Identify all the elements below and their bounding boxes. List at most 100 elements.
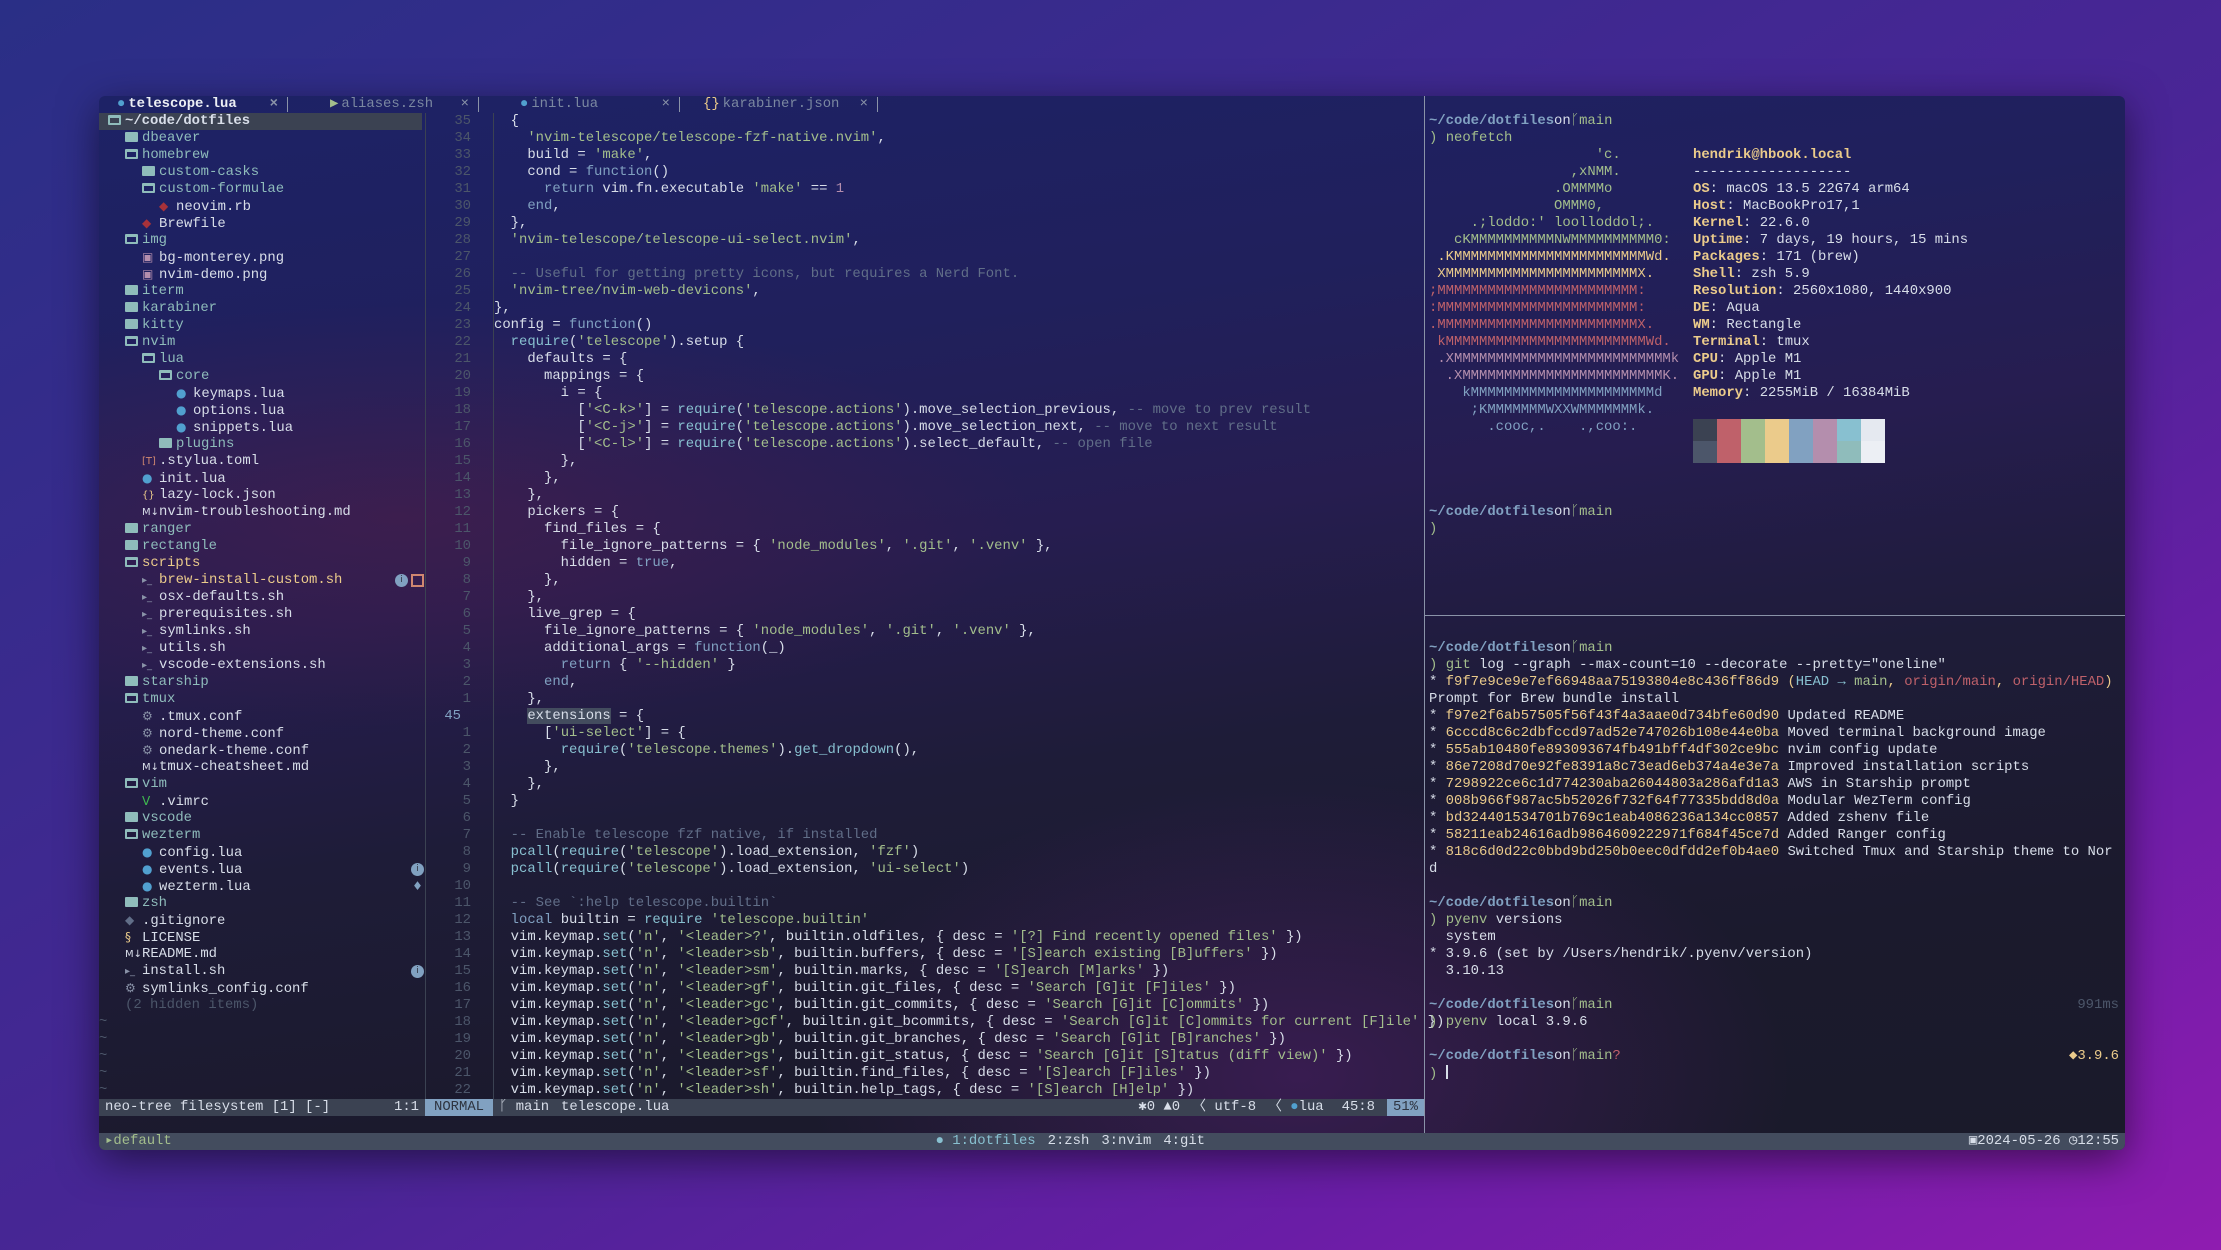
- code-line[interactable]: additional_args = function(_): [494, 640, 1423, 657]
- code-line[interactable]: },: [494, 215, 1423, 232]
- tree-folder[interactable]: nvim: [99, 334, 422, 351]
- tree-folder[interactable]: kitty: [99, 317, 422, 334]
- code-line[interactable]: mappings = {: [494, 368, 1423, 385]
- code-line[interactable]: vim.keymap.set('n', '<leader>gcf', built…: [494, 1014, 1445, 1031]
- tree-folder[interactable]: lua: [99, 351, 422, 368]
- code-line[interactable]: {: [494, 113, 1423, 130]
- code-line[interactable]: end,: [494, 198, 1423, 215]
- tree-file[interactable]: ▸_ utils.sh: [99, 640, 422, 657]
- code-line[interactable]: vim.keymap.set('n', '<leader>gs', builti…: [494, 1048, 1423, 1065]
- code-line[interactable]: },: [494, 759, 1423, 776]
- close-icon[interactable]: ×: [662, 96, 670, 113]
- code-line[interactable]: ['ui-select'] = {: [494, 725, 1423, 742]
- code-line[interactable]: require('telescope.themes').get_dropdown…: [494, 742, 1423, 759]
- close-icon[interactable]: ×: [270, 96, 278, 113]
- tree-file[interactable]: ● config.lua: [99, 844, 422, 861]
- tree-file[interactable]: ⚙ .tmux.conf: [99, 708, 422, 725]
- tree-file[interactable]: (2 hidden items): [99, 997, 422, 1014]
- code-line[interactable]: vim.keymap.set('n', '<leader>sb', builti…: [494, 946, 1423, 963]
- code-line[interactable]: },: [494, 300, 1423, 317]
- tmux-window-1-dotfiles[interactable]: ● 1:dotfiles: [930, 1133, 1042, 1149]
- tree-file[interactable]: ▸_ osx-defaults.sh: [99, 589, 422, 606]
- code-line[interactable]: ['<C-k>'] = require('telescope.actions')…: [494, 402, 1423, 419]
- code-line[interactable]: -- Useful for getting pretty icons, but …: [494, 266, 1423, 283]
- code-line[interactable]: extensions = {: [494, 708, 1423, 725]
- tree-file[interactable]: ◆ Brewfile: [99, 215, 422, 232]
- code-line[interactable]: [494, 810, 1423, 827]
- code-line[interactable]: ['<C-l>'] = require('telescope.actions')…: [494, 436, 1423, 453]
- code-line[interactable]: vim.keymap.set('n', '<leader>gc', builti…: [494, 997, 1423, 1014]
- terminal-pane-git[interactable]: ~/code/dotfiles on ᚴ main) git log --grap…: [1429, 640, 2119, 1082]
- tree-folder[interactable]: karabiner: [99, 300, 422, 317]
- tab-init-lua[interactable]: ● init.lua ×: [484, 96, 680, 113]
- tree-file[interactable]: ◆ neovim.rb: [99, 198, 422, 215]
- code-line[interactable]: },: [494, 453, 1423, 470]
- command-line[interactable]: ) pyenv local 3.9.6: [1429, 1014, 2119, 1031]
- code-line[interactable]: },: [494, 470, 1423, 487]
- code-line[interactable]: file_ignore_patterns = { 'node_modules',…: [494, 538, 1423, 555]
- code-line[interactable]: 'nvim-tree/nvim-web-devicons',: [494, 283, 1423, 300]
- code-editor[interactable]: { 'nvim-telescope/telescope-fzf-native.n…: [493, 113, 1445, 1099]
- code-line[interactable]: config = function(): [494, 317, 1423, 334]
- code-line[interactable]: find_files = {: [494, 521, 1423, 538]
- tree-folder[interactable]: dbeaver: [99, 130, 422, 147]
- code-line[interactable]: vim.keymap.set('n', '<leader>gf', builti…: [494, 980, 1423, 997]
- code-line[interactable]: file_ignore_patterns = { 'node_modules',…: [494, 623, 1423, 640]
- command-line[interactable]: ) neofetch: [1429, 130, 2119, 147]
- tree-file[interactable]: ● events.lua i: [99, 861, 424, 878]
- code-line[interactable]: end,: [494, 674, 1423, 691]
- tree-folder[interactable]: homebrew: [99, 147, 422, 164]
- command-line[interactable]: ) git log --graph --max-count=10 --decor…: [1429, 657, 2119, 674]
- tree-file[interactable]: [T] .stylua.toml: [99, 453, 422, 470]
- code-line[interactable]: pickers = {: [494, 504, 1423, 521]
- code-line[interactable]: build = 'make',: [494, 147, 1423, 164]
- code-line[interactable]: -- Enable telescope fzf native, if insta…: [494, 827, 1423, 844]
- tree-folder[interactable]: ranger: [99, 521, 422, 538]
- command-line[interactable]: ): [1429, 1065, 2119, 1082]
- tree-file[interactable]: ⚙ nord-theme.conf: [99, 725, 422, 742]
- tree-folder[interactable]: ~/code/dotfiles: [99, 113, 422, 130]
- code-line[interactable]: vim.keymap.set('n', '<leader>sm', builti…: [494, 963, 1423, 980]
- tree-file[interactable]: ⚙ symlinks_config.conf: [99, 980, 422, 997]
- code-line[interactable]: live_grep = {: [494, 606, 1423, 623]
- tree-file[interactable]: ● wezterm.lua ♦: [99, 878, 423, 895]
- code-line[interactable]: return vim.fn.executable 'make' == 1: [494, 181, 1423, 198]
- tree-folder[interactable]: custom-casks: [99, 164, 422, 181]
- tree-file[interactable]: ▣ bg-monterey.png: [99, 249, 422, 266]
- tree-file[interactable]: {} lazy-lock.json: [99, 487, 422, 504]
- tree-file[interactable]: ▸_ symlinks.sh: [99, 623, 422, 640]
- code-line[interactable]: local builtin = require 'telescope.built…: [494, 912, 1423, 929]
- tree-file[interactable]: ● options.lua: [99, 402, 422, 419]
- code-line[interactable]: vim.keymap.set('n', '<leader>gb', builti…: [494, 1031, 1423, 1048]
- tree-file[interactable]: ▸_ prerequisites.sh: [99, 606, 422, 623]
- tree-folder[interactable]: vscode: [99, 810, 422, 827]
- code-line[interactable]: i = {: [494, 385, 1423, 402]
- terminal-pane-neofetch[interactable]: ~/code/dotfiles on ᚴ main) neofetch 'c. ,…: [1429, 113, 2119, 538]
- tree-file[interactable]: M↓README.md: [99, 946, 422, 963]
- tab-karabiner-json[interactable]: {} karabiner.json ×: [683, 96, 878, 113]
- code-line[interactable]: },: [494, 776, 1423, 793]
- tree-file[interactable]: V .vimrc: [99, 793, 422, 810]
- code-line[interactable]: [494, 249, 1423, 266]
- tree-file[interactable]: ▸_ brew-install-custom.sh i: [99, 572, 424, 589]
- tree-folder[interactable]: iterm: [99, 283, 422, 300]
- tree-file[interactable]: ▸_ install.sh i: [99, 963, 424, 980]
- tree-folder[interactable]: custom-formulae: [99, 181, 422, 198]
- code-line[interactable]: 'nvim-telescope/telescope-ui-select.nvim…: [494, 232, 1423, 249]
- tmux-window-3-nvim[interactable]: 3:nvim: [1095, 1133, 1157, 1149]
- tree-file[interactable]: ▸_ vscode-extensions.sh: [99, 657, 422, 674]
- code-line[interactable]: return { '--hidden' }: [494, 657, 1423, 674]
- code-line[interactable]: require('telescope').setup {: [494, 334, 1423, 351]
- tree-file[interactable]: M↓tmux-cheatsheet.md: [99, 759, 422, 776]
- code-line[interactable]: hidden = true,: [494, 555, 1423, 572]
- code-line[interactable]: pcall(require('telescope').load_extensio…: [494, 861, 1423, 878]
- tree-file[interactable]: ▣ nvim-demo.png: [99, 266, 422, 283]
- code-line[interactable]: vim.keymap.set('n', '<leader>sf', builti…: [494, 1065, 1423, 1082]
- code-line[interactable]: pcall(require('telescope').load_extensio…: [494, 844, 1423, 861]
- code-line[interactable]: -- See `:help telescope.builtin`: [494, 895, 1423, 912]
- code-line[interactable]: 'nvim-telescope/telescope-fzf-native.nvi…: [494, 130, 1423, 147]
- tree-folder[interactable]: starship: [99, 674, 422, 691]
- tree-file[interactable]: ◆ .gitignore: [99, 912, 422, 929]
- tab-aliases-zsh[interactable]: ▶ aliases.zsh ×: [290, 96, 479, 113]
- tree-file[interactable]: ⚙ onedark-theme.conf: [99, 742, 422, 759]
